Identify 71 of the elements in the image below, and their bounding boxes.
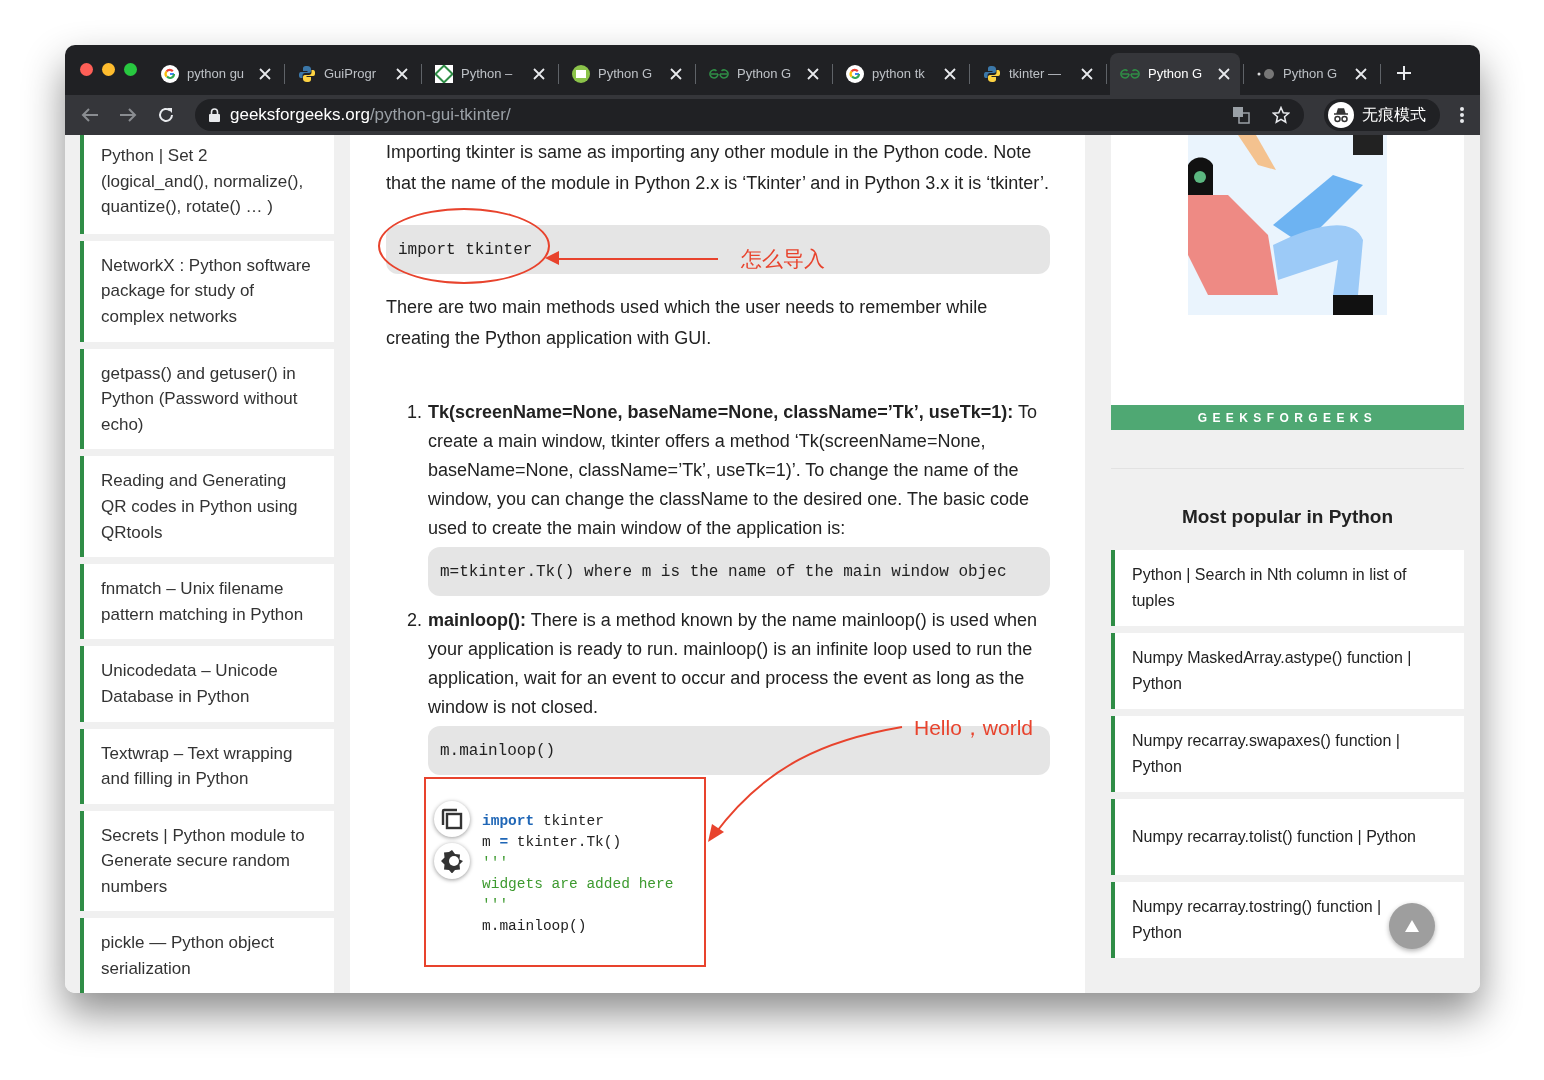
reload-icon[interactable] [157, 106, 175, 124]
popular-article-link[interactable]: Numpy recarray.tolist() function | Python [1111, 798, 1464, 875]
popular-article-link[interactable]: Numpy recarray.tostring() function | Python [1111, 881, 1464, 958]
browser-tab[interactable]: python gu [151, 53, 281, 95]
lock-icon [209, 108, 220, 122]
related-article-link[interactable]: fnmatch – Unix filename pattern matching in Python [80, 564, 334, 640]
related-article-link[interactable]: Textwrap – Text wrapping and filling in Python [80, 728, 334, 804]
minimize-window-button[interactable] [102, 62, 115, 76]
close-icon[interactable] [259, 68, 271, 80]
square-logo-icon [435, 65, 453, 83]
browser-tab[interactable]: python tk [836, 53, 966, 95]
close-icon[interactable] [944, 68, 956, 80]
related-article-link[interactable]: Reading and Generating QR codes in Python using QRtools [80, 456, 334, 558]
incognito-icon [1328, 102, 1354, 128]
related-article-link[interactable]: pickle — Python object serialization [80, 918, 334, 993]
theme-button[interactable] [434, 843, 470, 879]
body-paragraph: There are two main methods used which the user needs to remember while creating the Python application with GUI. [386, 296, 989, 350]
dot-logo-icon [1257, 68, 1275, 80]
gfg-logo-icon [709, 67, 729, 81]
code-block: m=tkinter.Tk() where m is the name of the main window objec [428, 547, 1050, 596]
google-logo-icon [161, 65, 179, 83]
close-icon[interactable] [1081, 68, 1093, 80]
zoom-window-button[interactable] [124, 62, 137, 76]
gfg-logo-icon [1120, 67, 1140, 81]
close-icon[interactable] [1218, 68, 1230, 80]
copy-icon [441, 808, 463, 830]
related-article-link[interactable]: Python | Set 2 (logical_and(), normalize(), quantize(), rotate() … ) [80, 135, 334, 234]
close-icon[interactable] [533, 68, 545, 80]
back-icon[interactable] [81, 107, 99, 123]
new-tab-icon[interactable] [1396, 65, 1412, 81]
list-number: 2. [406, 609, 423, 632]
forward-icon[interactable] [119, 107, 137, 123]
brightness-icon [440, 849, 464, 873]
section-heading: Most popular in Python [1180, 505, 1395, 529]
browser-tab[interactable]: Python – [425, 53, 555, 95]
brand-banner: GEEKSFORGEEKS [1111, 405, 1464, 430]
close-icon[interactable] [807, 68, 819, 80]
google-logo-icon [846, 65, 864, 83]
related-article-link[interactable]: getpass() and getuser() in Python (Password without echo) [80, 348, 334, 450]
browser-tab[interactable]: Python G [562, 53, 692, 95]
popular-article-link[interactable]: Numpy MaskedArray.astype() function | Python [1111, 632, 1464, 709]
close-icon[interactable] [396, 68, 408, 80]
browser-tab[interactable]: tkinter — [973, 53, 1103, 95]
close-icon[interactable] [670, 68, 682, 80]
browser-tab[interactable]: GuiProgr [288, 53, 418, 95]
close-icon[interactable] [1355, 68, 1367, 80]
browser-tab[interactable]: Python G [699, 53, 829, 95]
python-logo-icon [298, 65, 316, 83]
annotation-note: 怎么导入 [741, 246, 825, 272]
popular-article-link[interactable]: Numpy recarray.swapaxes() function | Python [1111, 715, 1464, 792]
close-window-button[interactable] [80, 62, 93, 76]
related-article-link[interactable]: Unicodedata – Unicode Database in Python [80, 646, 334, 722]
copy-button[interactable] [434, 801, 470, 837]
incognito-button[interactable]: 无痕模式 [1324, 99, 1440, 131]
code-listing: import tkinter m = tkinter.Tk() ''' widgets are added here ''' m.mainloop() [482, 812, 674, 936]
related-article-link[interactable]: NetworkX : Python software package for study of complex networks [80, 240, 334, 342]
popular-article-link[interactable]: Python | Search in Nth column in list of tuples [1111, 549, 1464, 626]
menu-icon[interactable] [1460, 107, 1464, 123]
browser-tab[interactable]: Python G [1110, 53, 1240, 95]
address-bar[interactable]: geeksforgeeks.org/python-gui-tkinter/ [195, 99, 1304, 131]
url-host: geeksforgeeks.org [230, 105, 370, 125]
method-description: Tk(screenName=None, baseName=None, className=’Tk’, useTk=1): To create a main window, tkinter offers a method ‘Tk(screenName=None, baseName=None, className=’Tk’, useTk=1)’. To change the name of the window, you can change the className to the desired one. The basic code used to create the main window of the application is: [428, 401, 1038, 540]
python-logo-icon [983, 65, 1001, 83]
intro-paragraph: Importing tkinter is same as importing any other module in the Python code. Note that the name of the module in Python 2.x is ‘Tkinter’ and in Python 3.x it is ‘tkinter’. [386, 141, 1050, 195]
browser-tab[interactable]: Python G [1247, 53, 1377, 95]
related-article-link[interactable]: Secrets | Python module to Generate secure random numbers [80, 810, 334, 912]
star-icon[interactable] [1272, 106, 1290, 124]
url-path: /python-gui-tkinter/ [369, 105, 511, 125]
list-number: 1. [406, 401, 423, 424]
up-arrow-icon [1405, 920, 1419, 932]
translate-icon[interactable] [1232, 106, 1250, 124]
